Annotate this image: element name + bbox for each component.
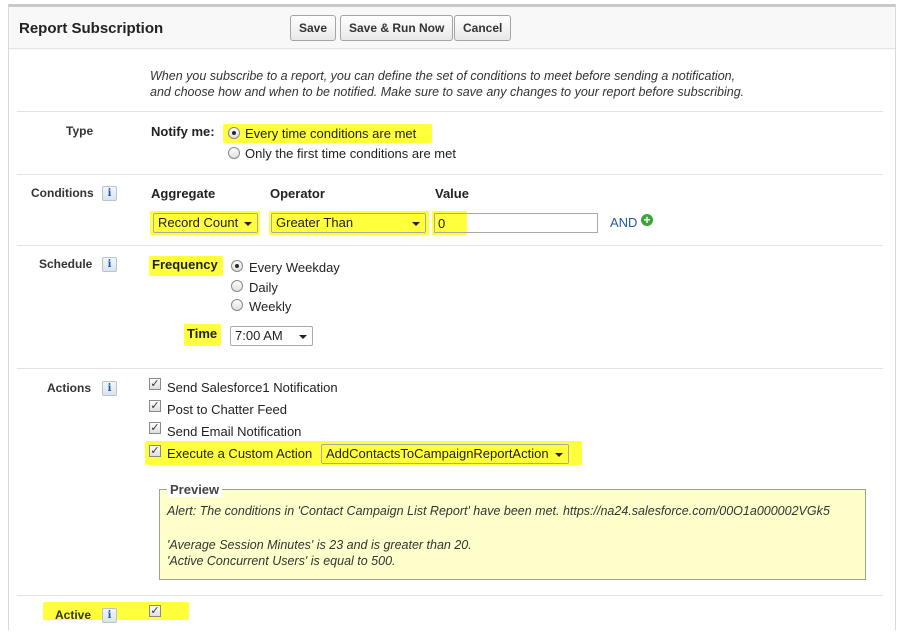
notify-first-time-label: Only the first time conditions are met <box>245 146 456 161</box>
frequency-daily-label: Daily <box>249 280 278 295</box>
cancel-button[interactable]: Cancel <box>454 15 512 41</box>
report-subscription-dialog: Report Subscription Save Save & Run Now … <box>8 4 896 630</box>
operator-header: Operator <box>270 186 325 201</box>
info-icon[interactable]: i <box>102 381 117 396</box>
execute-custom-action-label: Execute a Custom Action <box>167 446 313 461</box>
notify-every-time-radio[interactable] <box>228 127 240 139</box>
post-chatter-checkbox[interactable]: ✓ <box>149 400 161 412</box>
aggregate-select-value: Record Count <box>158 215 239 230</box>
aggregate-header: Aggregate <box>151 186 216 201</box>
frequency-weekly-radio[interactable] <box>231 299 243 311</box>
send-email-label: Send Email Notification <box>167 424 302 439</box>
post-chatter-label: Post to Chatter Feed <box>167 402 287 417</box>
value-input[interactable] <box>434 213 598 233</box>
divider <box>17 174 883 175</box>
add-condition-icon[interactable]: + <box>641 214 653 226</box>
info-icon[interactable]: i <box>102 608 117 623</box>
time-label: Time <box>187 326 218 341</box>
operator-select-value: Greater Than <box>276 215 354 230</box>
active-checkbox[interactable]: ✓ <box>149 605 161 617</box>
schedule-label: Schedule <box>39 257 93 271</box>
operator-select[interactable]: Greater Than <box>271 213 426 233</box>
frequency-every-weekday-label: Every Weekday <box>249 260 340 275</box>
info-icon[interactable]: i <box>102 257 117 272</box>
frequency-daily-radio[interactable] <box>231 280 243 292</box>
chevron-down-icon <box>412 222 420 226</box>
info-icon[interactable]: i <box>102 186 117 201</box>
active-label: Active <box>55 608 92 622</box>
send-salesforce1-label: Send Salesforce1 Notification <box>167 380 338 395</box>
custom-action-select[interactable]: AddContactsToCampaignReportAction <box>321 444 569 464</box>
preview-line: 'Active Concurrent Users' is equal to 50… <box>167 554 396 568</box>
notify-first-time-radio[interactable] <box>228 147 240 159</box>
divider <box>17 111 883 112</box>
divider <box>17 368 883 369</box>
frequency-weekly-label: Weekly <box>249 299 292 314</box>
frequency-every-weekday-radio[interactable] <box>231 260 243 272</box>
intro-line-1: When you subscribe to a report, you can … <box>150 69 736 83</box>
frequency-label: Frequency <box>152 257 218 272</box>
dialog-header: Report Subscription Save Save & Run Now … <box>9 7 895 49</box>
execute-custom-action-checkbox[interactable]: ✓ <box>149 445 161 457</box>
custom-action-select-value: AddContactsToCampaignReportAction <box>326 446 549 461</box>
value-header: Value <box>435 186 469 201</box>
dialog-body: When you subscribe to a report, you can … <box>9 50 895 630</box>
send-email-checkbox[interactable]: ✓ <box>149 422 161 434</box>
save-and-run-button[interactable]: Save & Run Now <box>340 15 454 41</box>
actions-label: Actions <box>47 381 92 395</box>
page-title: Report Subscription <box>19 20 164 37</box>
notify-every-time-label: Every time conditions are met <box>245 126 417 141</box>
send-salesforce1-checkbox[interactable]: ✓ <box>149 378 161 390</box>
and-link[interactable]: AND <box>610 215 637 230</box>
save-button[interactable]: Save <box>290 15 337 41</box>
divider <box>17 595 883 596</box>
chevron-down-icon <box>299 335 307 339</box>
preview-alert-line: Alert: The conditions in 'Contact Campai… <box>167 504 830 518</box>
divider <box>17 245 883 246</box>
conditions-label: Conditions <box>31 186 94 200</box>
intro-line-2: and choose how and when to be notified. … <box>150 85 745 99</box>
preview-line: 'Average Session Minutes' is 23 and is g… <box>167 538 472 552</box>
time-select[interactable]: 7:00 AM <box>230 326 313 346</box>
preview-panel: Preview Alert: The conditions in 'Contac… <box>159 482 866 580</box>
chevron-down-icon <box>244 222 252 226</box>
time-select-value: 7:00 AM <box>235 328 283 343</box>
aggregate-select[interactable]: Record Count <box>153 213 258 233</box>
type-label: Type <box>66 124 94 138</box>
intro-text: When you subscribe to a report, you can … <box>150 68 870 100</box>
chevron-down-icon <box>555 453 563 457</box>
preview-title: Preview <box>167 482 223 497</box>
notify-me-label: Notify me: <box>151 124 215 139</box>
